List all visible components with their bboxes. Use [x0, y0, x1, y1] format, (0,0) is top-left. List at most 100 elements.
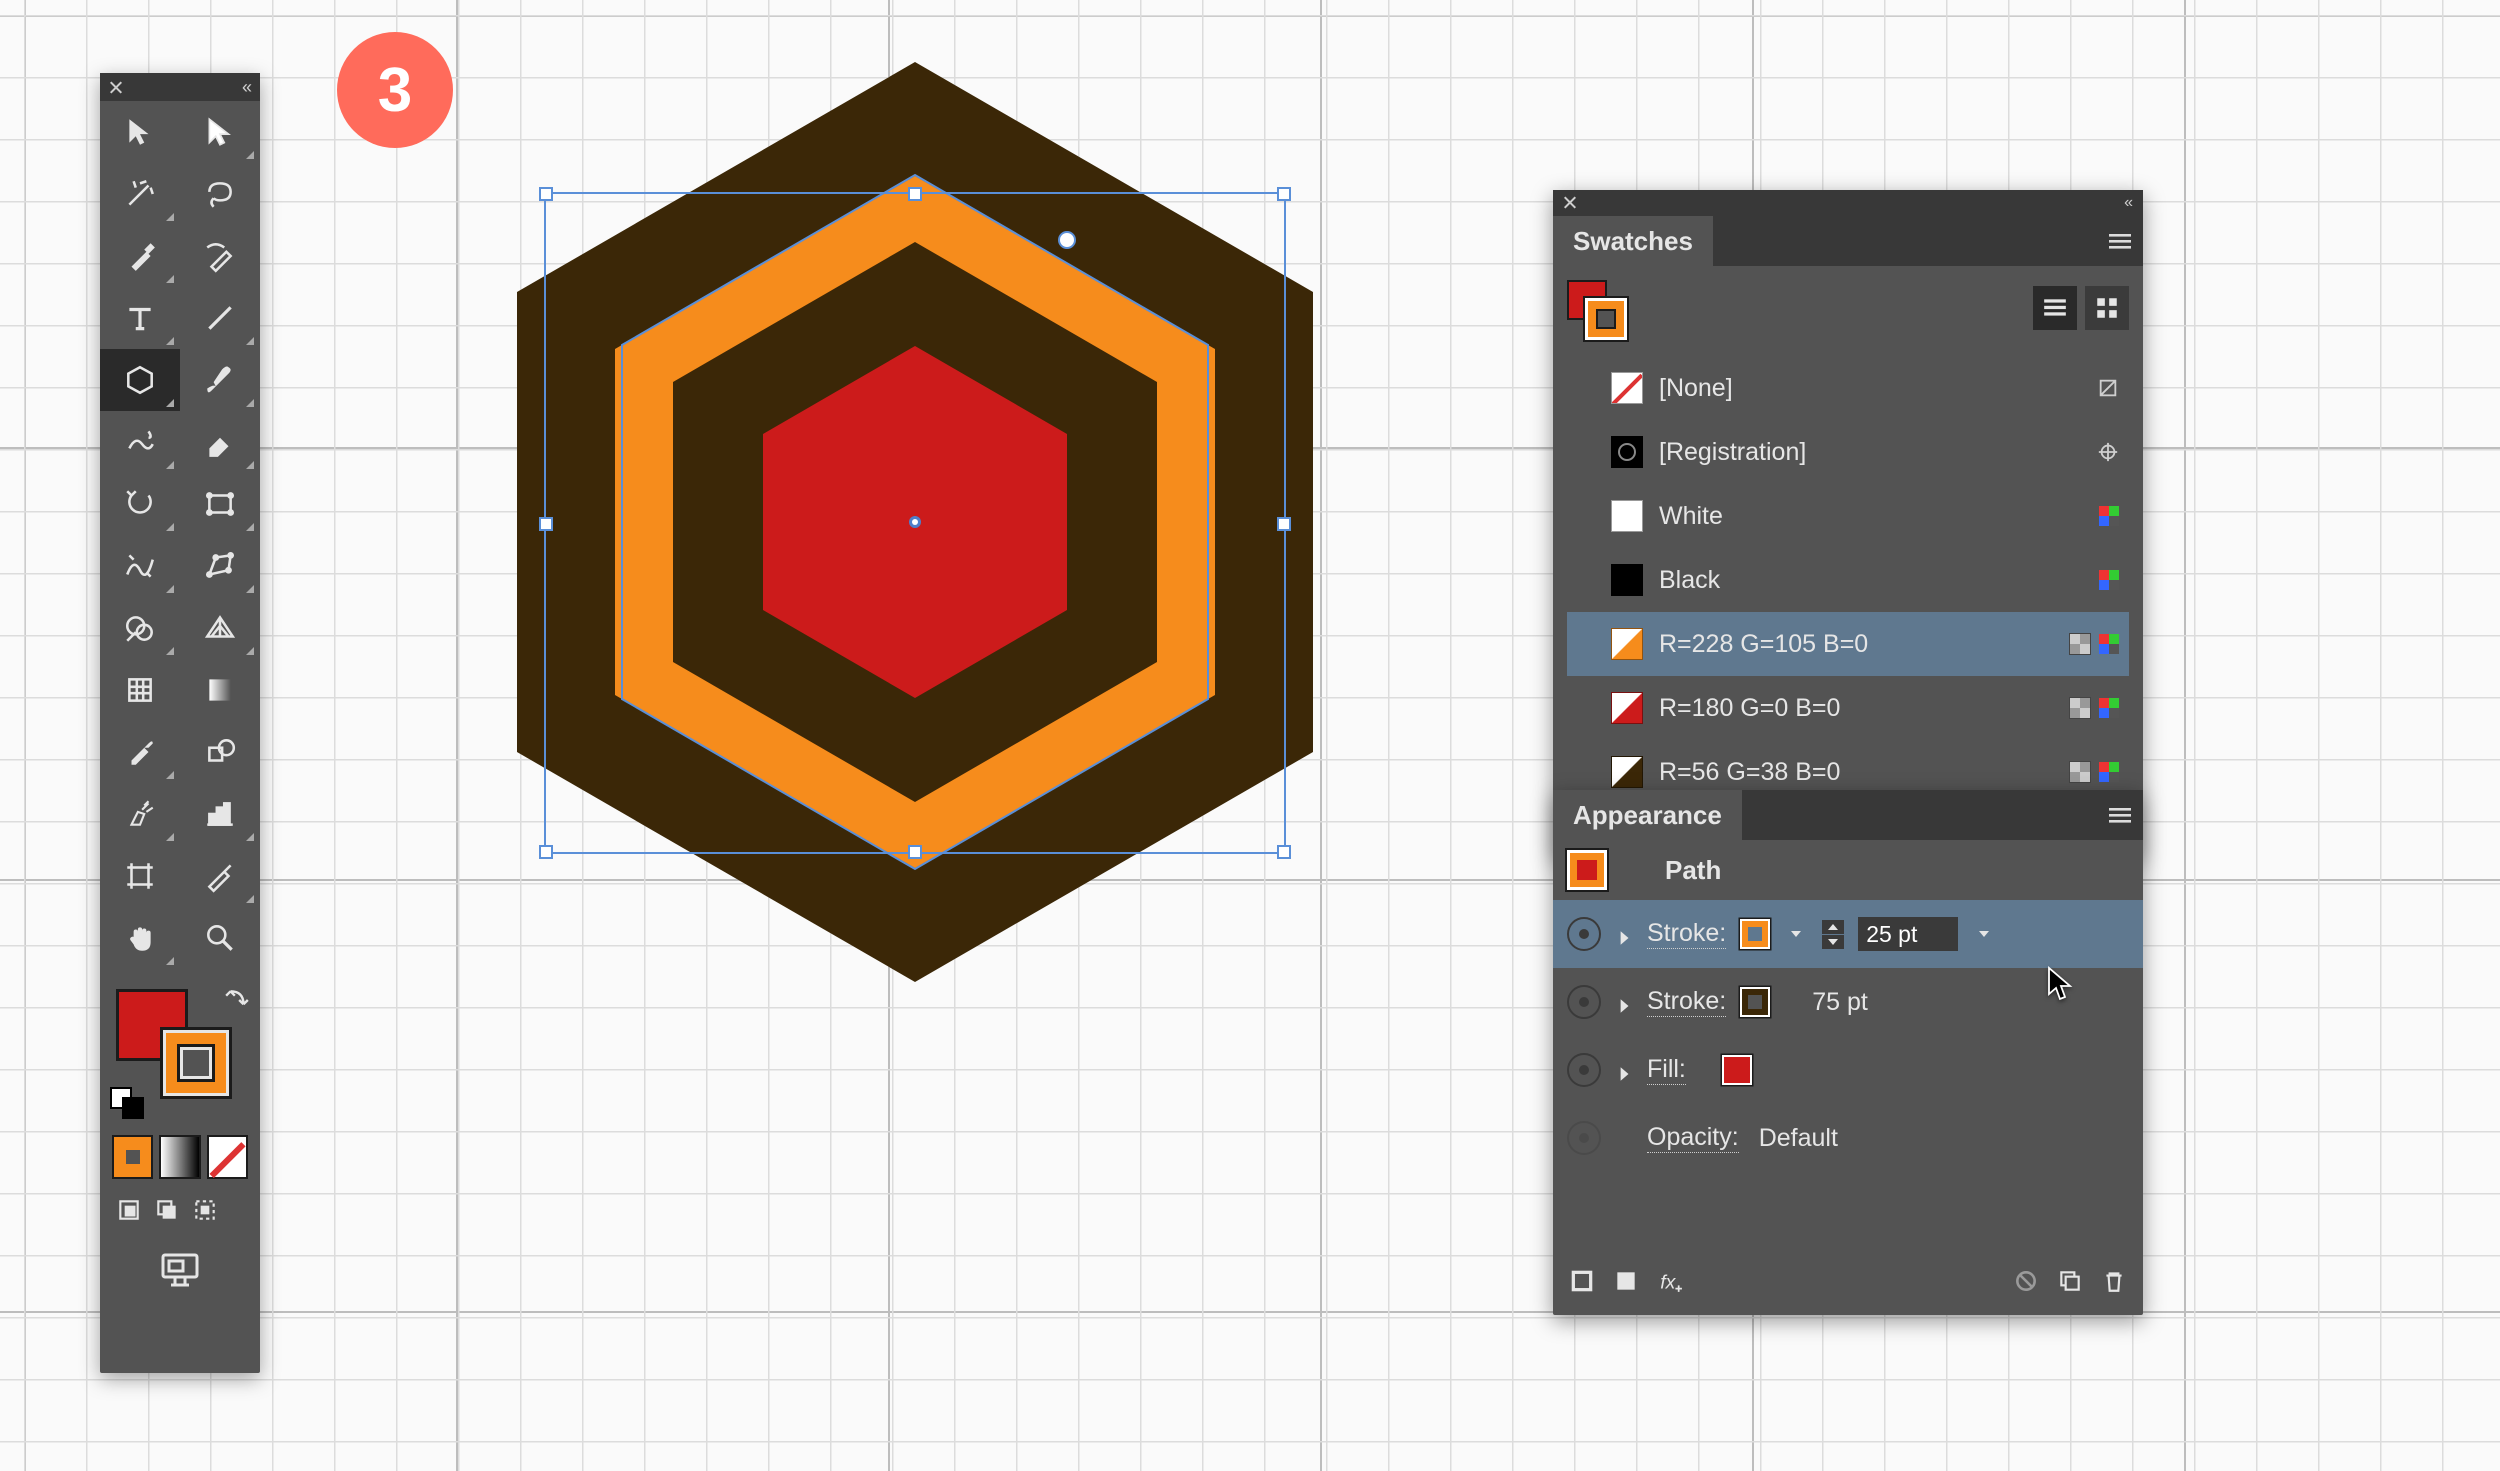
appearance-row-stroke-1[interactable]: Stroke:: [1553, 900, 2143, 968]
stepper-up-icon[interactable]: [1822, 920, 1844, 934]
swatches-panel-header[interactable]: «: [1553, 190, 2143, 216]
swatch-chip: [1611, 628, 1643, 660]
swatches-tab-bar: Swatches: [1553, 216, 2143, 266]
add-effect-icon[interactable]: fx: [1657, 1268, 1683, 1299]
swatch-row-black[interactable]: Black: [1567, 548, 2129, 612]
appearance-row-opacity[interactable]: Opacity: Default: [1553, 1104, 2143, 1172]
stroke-weight-stepper[interactable]: [1822, 920, 1844, 949]
collapse-icon[interactable]: «: [2124, 194, 2133, 212]
fill-color-chip[interactable]: [1722, 1055, 1752, 1085]
mesh-tool[interactable]: [100, 659, 180, 721]
new-stroke-icon[interactable]: [1569, 1268, 1595, 1299]
clear-appearance-icon[interactable]: [2013, 1268, 2039, 1299]
app-viewport: 3 «: [0, 0, 2500, 1471]
pen-tool[interactable]: [100, 225, 180, 287]
active-stroke-swatch[interactable]: [1585, 298, 1627, 340]
swatch-row-none[interactable]: [None]: [1567, 356, 2129, 420]
line-segment-tool[interactable]: [180, 287, 260, 349]
swap-fill-stroke-icon[interactable]: [224, 987, 250, 1013]
appearance-panel: Appearance Path Stroke: Stroke:: [1553, 790, 2143, 1315]
change-screen-mode-icon[interactable]: [157, 1251, 203, 1291]
trash-icon[interactable]: [2101, 1268, 2127, 1299]
target-thumb: [1567, 850, 1607, 890]
swatch-chip: [1611, 564, 1643, 596]
eraser-tool[interactable]: [180, 411, 260, 473]
shape-builder-tool[interactable]: [100, 597, 180, 659]
panel-menu-icon[interactable]: [2097, 790, 2143, 840]
hand-tool[interactable]: [100, 907, 180, 969]
stepper-down-icon[interactable]: [1822, 935, 1844, 949]
opacity-value: Default: [1759, 1124, 1838, 1153]
chevron-right-icon[interactable]: [1615, 993, 1633, 1011]
chevron-down-icon[interactable]: [1972, 922, 1996, 946]
close-icon[interactable]: [1563, 196, 1577, 210]
gradient-tool[interactable]: [180, 659, 260, 721]
curvature-tool[interactable]: [180, 225, 260, 287]
swatch-row-orange[interactable]: R=228 G=105 B=0: [1567, 612, 2129, 676]
chevron-right-icon[interactable]: [1615, 925, 1633, 943]
visibility-icon[interactable]: [1567, 1053, 1601, 1087]
perspective-grid-tool[interactable]: [180, 597, 260, 659]
swatch-row-white[interactable]: White: [1567, 484, 2129, 548]
tool-grid: [100, 101, 260, 969]
direct-selection-tool[interactable]: [180, 101, 260, 163]
polygon-tool[interactable]: [100, 349, 180, 411]
slice-tool[interactable]: [180, 845, 260, 907]
stroke-weight-input[interactable]: [1858, 917, 1958, 951]
collapse-icon[interactable]: «: [242, 77, 252, 98]
swatch-row-red[interactable]: R=180 G=0 B=0: [1567, 676, 2129, 740]
draw-inside-icon[interactable]: [188, 1193, 222, 1227]
tab-swatches[interactable]: Swatches: [1553, 216, 1713, 266]
visibility-icon[interactable]: [1567, 985, 1601, 1019]
canvas-artwork[interactable]: [395, 62, 1435, 982]
new-fill-icon[interactable]: [1613, 1268, 1639, 1299]
tools-panel-header[interactable]: «: [100, 73, 260, 101]
chevron-down-icon[interactable]: [1784, 922, 1808, 946]
swatch-row-registration[interactable]: [Registration]: [1567, 420, 2129, 484]
blend-tool[interactable]: [180, 721, 260, 783]
stroke-color-chip[interactable]: [160, 1027, 232, 1099]
free-transform-tool[interactable]: [180, 535, 260, 597]
symbol-sprayer-tool[interactable]: [100, 783, 180, 845]
stroke-color-chip[interactable]: [1740, 987, 1770, 1017]
fill-stroke-indicator[interactable]: [100, 975, 260, 1105]
zoom-tool[interactable]: [180, 907, 260, 969]
appearance-row-stroke-2[interactable]: Stroke: 75 pt: [1553, 968, 2143, 1036]
appearance-row-fill[interactable]: Fill:: [1553, 1036, 2143, 1104]
draw-behind-icon[interactable]: [150, 1193, 184, 1227]
selection-tool[interactable]: [100, 101, 180, 163]
appearance-toolbar: fx: [1553, 1252, 2143, 1315]
chevron-right-icon[interactable]: [1615, 1061, 1633, 1079]
shaper-tool[interactable]: [100, 411, 180, 473]
duplicate-item-icon[interactable]: [2057, 1268, 2083, 1299]
attr-label[interactable]: Opacity:: [1647, 1123, 1739, 1153]
lasso-tool[interactable]: [180, 163, 260, 225]
column-graph-tool[interactable]: [180, 783, 260, 845]
grid-view-icon[interactable]: [2085, 286, 2129, 330]
eyedropper-tool[interactable]: [100, 721, 180, 783]
rgb-icon: [2099, 762, 2119, 782]
type-tool[interactable]: [100, 287, 180, 349]
rotate-tool[interactable]: [100, 473, 180, 535]
color-mode-gradient[interactable]: [159, 1135, 200, 1179]
color-mode-solid[interactable]: [112, 1135, 153, 1179]
appearance-tab-bar: Appearance: [1553, 790, 2143, 840]
close-icon[interactable]: [108, 80, 123, 95]
panel-menu-icon[interactable]: [2097, 216, 2143, 266]
magic-wand-tool[interactable]: [100, 163, 180, 225]
paintbrush-tool[interactable]: [180, 349, 260, 411]
reflect-tool[interactable]: [180, 473, 260, 535]
stroke-weight-value: 75 pt: [1812, 988, 1868, 1017]
tab-appearance[interactable]: Appearance: [1553, 790, 1742, 840]
global-color-icon: [2069, 761, 2091, 783]
stroke-color-chip[interactable]: [1740, 919, 1770, 949]
list-view-icon[interactable]: [2033, 286, 2077, 330]
artboard-tool[interactable]: [100, 845, 180, 907]
width-tool[interactable]: [100, 535, 180, 597]
rgb-icon: [2099, 698, 2119, 718]
visibility-icon[interactable]: [1567, 917, 1601, 951]
draw-normal-icon[interactable]: [112, 1193, 146, 1227]
global-color-icon: [2069, 633, 2091, 655]
visibility-icon: [1567, 1121, 1601, 1155]
color-mode-none[interactable]: [207, 1135, 248, 1179]
